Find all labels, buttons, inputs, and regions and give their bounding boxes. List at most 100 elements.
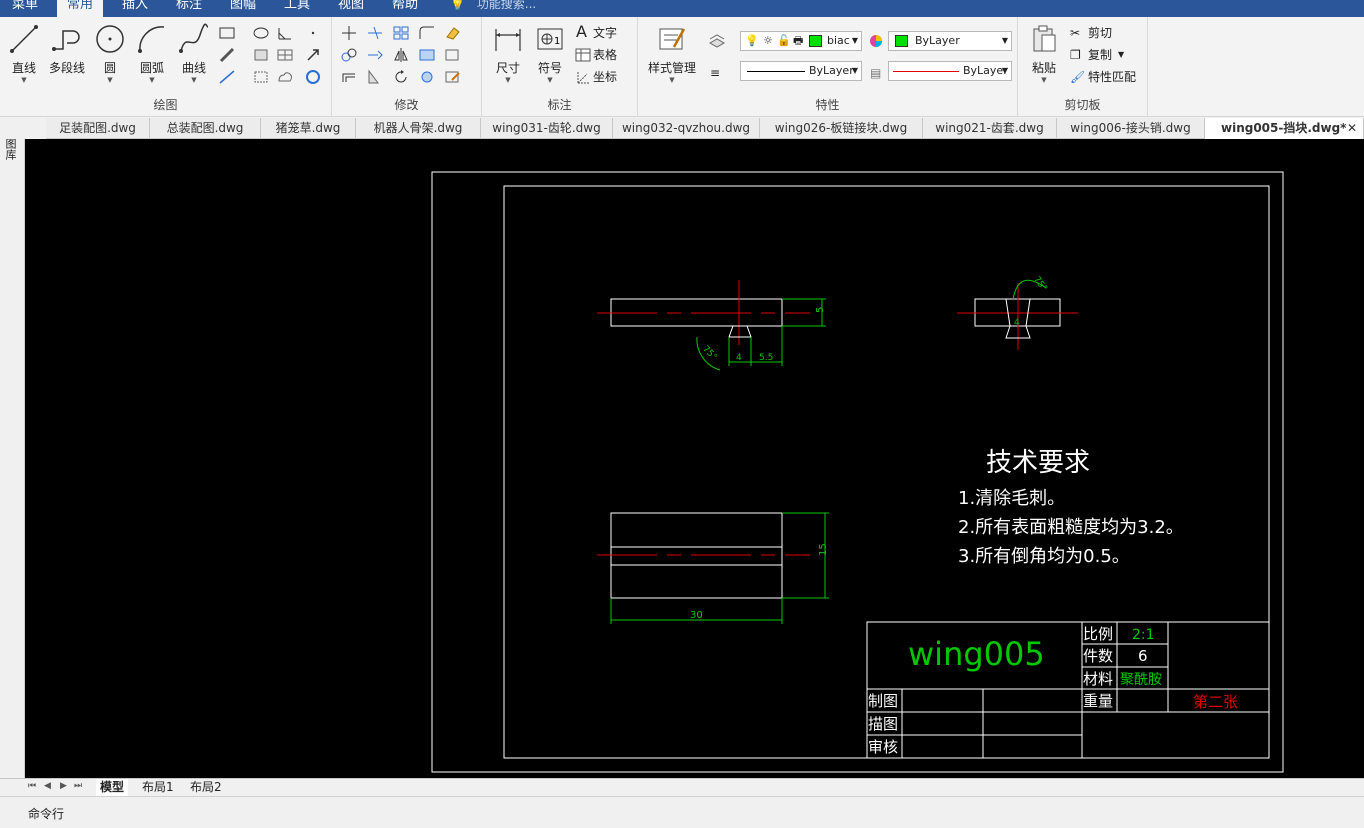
tab-file-4[interactable]: 机器人骨架.dwg <box>356 118 481 139</box>
match-properties-button[interactable]: 特性匹配 <box>1088 69 1136 85</box>
layout-tab-bar: ⏮ ◀ ▶ ⏭ 模型 布局1 布局2 <box>0 778 1364 797</box>
edit-icon[interactable] <box>444 69 462 85</box>
command-line[interactable]: 命令行 <box>0 796 1364 828</box>
menu-item-insert[interactable]: 插入 <box>112 0 158 17</box>
dim-top-width2: 5.5 <box>759 353 773 363</box>
extend-icon[interactable] <box>366 47 384 63</box>
symbol-label: 符号 <box>537 61 562 75</box>
curve-button[interactable]: 曲线 ▼ <box>174 23 214 84</box>
dimension-button[interactable]: 尺寸 ▼ <box>488 23 528 84</box>
boundary-icon[interactable] <box>252 69 270 85</box>
menu-item-tools[interactable]: 工具 <box>274 0 320 17</box>
last-layout-icon[interactable]: ⏭ <box>74 781 82 791</box>
next-layout-icon[interactable]: ▶ <box>60 781 67 791</box>
prev-layout-icon[interactable]: ◀ <box>44 781 51 791</box>
scale-icon[interactable] <box>444 47 462 63</box>
arc-button[interactable]: 圆弧 ▼ <box>132 23 172 84</box>
drawing-canvas[interactable]: 5 4 5.5 75° 75° 4 15 30 技术要求 1.清除毛刺。 2.所… <box>25 139 1364 778</box>
lineweight-select[interactable]: ByLayer ▼ <box>888 61 1012 81</box>
stretch-icon[interactable] <box>418 47 436 63</box>
polyline-button[interactable]: 多段线 <box>46 23 88 76</box>
ellipse-icon[interactable] <box>252 25 270 41</box>
fillet-icon[interactable] <box>418 25 436 41</box>
xline-icon[interactable] <box>218 69 236 85</box>
rotate-icon[interactable] <box>392 69 410 85</box>
cut-button[interactable]: 剪切 <box>1088 25 1112 41</box>
tab-file-6[interactable]: wing032-qvzhou.dwg <box>613 118 760 139</box>
paste-button[interactable]: 粘贴 ▼ <box>1024 23 1064 84</box>
linetype-select[interactable]: ByLayer ▼ <box>740 61 862 81</box>
circle-label: 圆 <box>103 61 116 75</box>
chevron-down-icon: ▼ <box>191 76 197 84</box>
tab-file-2[interactable]: 总装配图.dwg <box>150 118 261 139</box>
symbol-button[interactable]: 1 符号 ▼ <box>530 23 570 84</box>
menu-item-annotate[interactable]: 标注 <box>166 0 212 17</box>
lineweight-icon[interactable]: ≡ <box>710 65 720 81</box>
close-icon[interactable]: ✕ <box>1347 118 1357 139</box>
coordinate-icon[interactable] <box>574 69 592 85</box>
hatch-line-icon[interactable] <box>218 47 236 63</box>
sheet-label: 第二张 <box>1193 693 1238 711</box>
menu-item-menu[interactable]: 菜单 <box>2 0 48 17</box>
printer-icon: 🖶 <box>793 34 804 47</box>
layout-tab-1[interactable]: 布局1 <box>138 779 178 797</box>
layout-tab-2[interactable]: 布局2 <box>186 779 226 797</box>
menu-item-view[interactable]: 视图 <box>328 0 374 17</box>
chevron-down-icon: ▼ <box>547 76 553 84</box>
dim-top-height: 5 <box>815 307 826 313</box>
tab-file-7[interactable]: wing026-板链接块.dwg <box>760 118 923 139</box>
text-button[interactable]: 文字 <box>593 25 617 41</box>
cloud-icon[interactable] <box>276 69 294 85</box>
arrow-icon[interactable] <box>304 47 322 63</box>
style-manager-button[interactable]: 样式管理 ▼ <box>644 23 700 84</box>
table-button[interactable]: 表格 <box>593 47 617 63</box>
region-icon[interactable] <box>252 47 270 63</box>
explode-icon[interactable] <box>418 69 436 85</box>
color-wheel-icon[interactable] <box>867 33 885 49</box>
table-icon[interactable] <box>574 47 592 63</box>
break-icon[interactable] <box>366 69 384 85</box>
svg-text:1: 1 <box>554 36 560 47</box>
offset-icon[interactable] <box>340 69 358 85</box>
tab-file-1[interactable]: 足装配图.dwg <box>46 118 150 139</box>
rectangle-icon[interactable] <box>218 25 236 41</box>
feature-search[interactable]: 💡 功能搜索... <box>450 0 536 13</box>
tab-file-9[interactable]: wing006-接头销.dwg <box>1057 118 1205 139</box>
line-button[interactable]: 直线 ▼ <box>4 23 44 84</box>
dim-top-angle: 75° <box>700 344 718 362</box>
table-grid-icon[interactable] <box>276 47 294 63</box>
eraser-icon[interactable] <box>444 25 462 41</box>
trim-icon[interactable] <box>366 25 384 41</box>
tab-file-8[interactable]: wing021-齿套.dwg <box>923 118 1057 139</box>
point-icon[interactable] <box>304 25 322 41</box>
tab-file-5[interactable]: wing031-齿轮.dwg <box>481 118 613 139</box>
trace-label: 描图 <box>868 715 898 733</box>
tab-file-active[interactable]: wing005-挡块.dwg* ✕ <box>1205 118 1364 139</box>
tab-file-3[interactable]: 猪笼草.dwg <box>261 118 356 139</box>
linetype-preview <box>747 71 805 72</box>
move-icon[interactable] <box>340 25 358 41</box>
match-properties-icon: 🖌 <box>1070 70 1086 84</box>
donut-icon[interactable] <box>304 69 322 85</box>
layout-tab-model[interactable]: 模型 <box>96 779 129 797</box>
array-icon[interactable] <box>392 25 410 41</box>
layer-states-icon[interactable] <box>708 33 726 49</box>
front-view: 5 4 5.5 75° <box>597 280 826 371</box>
chevron-down-icon: ▼ <box>107 76 113 84</box>
copy-button[interactable]: 复制 <box>1088 47 1112 63</box>
lineweight-preview <box>893 71 959 72</box>
coordinate-button[interactable]: 坐标 <box>593 69 617 85</box>
angle-icon[interactable] <box>276 25 294 41</box>
lineweight-list-icon[interactable]: ▤ <box>870 65 881 81</box>
circle-button[interactable]: 圆 ▼ <box>90 23 130 84</box>
menu-item-home[interactable]: 常用 <box>57 0 104 17</box>
menu-item-frame[interactable]: 图幅 <box>220 0 266 17</box>
mirror-icon[interactable] <box>392 47 410 63</box>
ribbon: 直线 ▼ 多段线 圆 ▼ 圆弧 ▼ 曲线 ▼ 绘图 修改 尺寸 ▼ 1 符号 ▼… <box>0 17 1364 117</box>
copy-objects-icon[interactable] <box>340 47 358 63</box>
material-value: 聚酰胺 <box>1120 672 1162 688</box>
first-layout-icon[interactable]: ⏮ <box>28 781 36 791</box>
color-select[interactable]: ByLayer ▼ <box>888 31 1012 51</box>
menu-item-help[interactable]: 帮助 <box>382 0 428 17</box>
layer-select[interactable]: 💡 ☼ 🔓 🖶 biac ▼ <box>740 31 862 51</box>
